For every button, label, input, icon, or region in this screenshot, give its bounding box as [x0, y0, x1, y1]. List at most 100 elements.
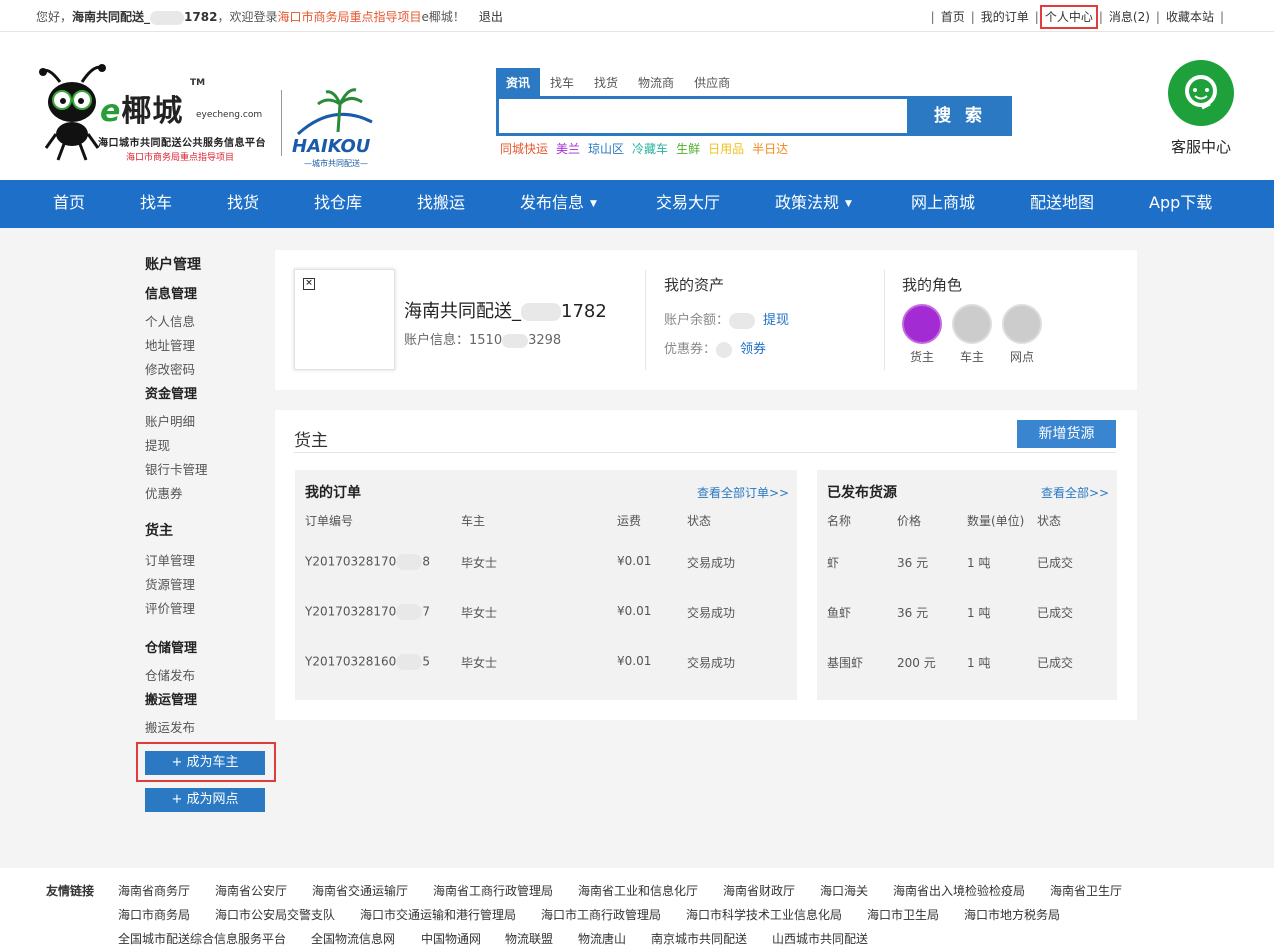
- nav-mall[interactable]: 网上商城: [911, 180, 975, 228]
- sidebar-item-moving-publish[interactable]: 搬运发布: [145, 717, 195, 736]
- sidebar-item-withdraw[interactable]: 提现: [145, 435, 170, 454]
- search-tab-logistics[interactable]: 物流商: [628, 68, 684, 97]
- role-outlet[interactable]: 网点: [1002, 304, 1042, 365]
- sidebar-item-bankcard[interactable]: 银行卡管理: [145, 459, 208, 478]
- friend-link[interactable]: 物流唐山: [578, 930, 626, 947]
- goods-panel: 已发布货源 查看全部>> 名称 价格 数量(单位) 状态 虾 36 元1 吨已成交…: [817, 470, 1117, 700]
- customer-service[interactable]: 客服中心: [1166, 60, 1236, 157]
- friend-link[interactable]: 海口市公安局交警支队: [215, 906, 335, 923]
- nav-find-warehouse[interactable]: 找仓库: [314, 180, 362, 228]
- hot-word[interactable]: 同城快运: [500, 142, 548, 156]
- org-link[interactable]: 海口市商务局重点指导项目: [277, 10, 421, 24]
- sidebar-item-coupon[interactable]: 优惠券: [145, 483, 183, 502]
- nav-policy[interactable]: 政策法规 ▼: [775, 180, 852, 228]
- search-button[interactable]: 搜 索: [908, 96, 1012, 136]
- nav-find-goods[interactable]: 找货: [227, 180, 259, 228]
- nav-trade-hall[interactable]: 交易大厅: [656, 180, 720, 228]
- logo-divider: [281, 90, 282, 156]
- user-name: 海南共同配送_ 1782: [404, 301, 607, 322]
- friend-link[interactable]: 中国物通网: [421, 930, 481, 947]
- hot-word[interactable]: 冷藏车: [632, 142, 668, 156]
- role-shipper[interactable]: 货主: [902, 304, 942, 365]
- hot-word[interactable]: 生鲜: [676, 142, 700, 156]
- order-number[interactable]: Y20170328170 7: [305, 604, 430, 620]
- column-header: 运费: [617, 514, 642, 528]
- personal-center-link[interactable]: 个人中心: [1039, 5, 1098, 29]
- hot-word[interactable]: 美兰: [556, 142, 580, 156]
- customer-service-label: 客服中心: [1170, 138, 1231, 156]
- sidebar-item-password[interactable]: 修改密码: [145, 359, 195, 378]
- sidebar-item-address[interactable]: 地址管理: [145, 335, 195, 354]
- nav-map[interactable]: 配送地图: [1030, 180, 1094, 228]
- search-tab-news[interactable]: 资讯: [496, 68, 541, 97]
- friend-link[interactable]: 海口市卫生局: [867, 906, 939, 923]
- logout-link[interactable]: 退出: [479, 10, 503, 24]
- site-logo[interactable]: e椰城 TM eyecheng.com 海口城市共同配送公共服务信息平台 海口市…: [38, 62, 378, 192]
- sidebar-item-account-detail[interactable]: 账户明细: [145, 411, 195, 430]
- roles-title: 我的角色: [902, 276, 963, 294]
- nav-publish[interactable]: 发布信息 ▼: [520, 180, 597, 228]
- nav-home[interactable]: 首页: [53, 180, 85, 228]
- friend-link[interactable]: 海口海关: [820, 882, 868, 899]
- search-tab-goods[interactable]: 找货: [584, 68, 628, 97]
- friend-link[interactable]: 海南省公安厅: [215, 882, 287, 899]
- hot-word[interactable]: 琼山区: [588, 142, 624, 156]
- assets-title: 我的资产: [664, 276, 725, 294]
- sidebar-item-storage-publish[interactable]: 仓储发布: [145, 665, 195, 684]
- search-tab-supplier[interactable]: 供应商: [684, 68, 740, 97]
- role-car-owner[interactable]: 车主: [952, 304, 992, 365]
- main-area: 账户管理 信息管理 个人信息 地址管理 修改密码 资金管理 账户明细 提现 银行…: [0, 228, 1274, 868]
- get-coupon-link[interactable]: 领券: [740, 342, 766, 357]
- friend-link[interactable]: 南京城市共同配送: [651, 930, 747, 947]
- search-input[interactable]: [499, 99, 907, 133]
- footer: 友情链接 海南省商务厅 海南省公安厅 海南省交通运输厅 海南省工商行政管理局 海南省工业…: [0, 868, 1274, 948]
- friend-link[interactable]: 海口市地方税务局: [964, 906, 1060, 923]
- view-all-goods-link[interactable]: 查看全部>>: [1041, 484, 1109, 501]
- friend-link[interactable]: 海南省商务厅: [118, 882, 190, 899]
- order-number[interactable]: Y20170328160 5: [305, 654, 430, 670]
- friend-link[interactable]: 海南省工商行政管理局: [433, 882, 553, 899]
- friend-link[interactable]: 山西城市共同配送: [772, 930, 868, 947]
- friend-link[interactable]: 全国城市配送综合信息服务平台: [118, 930, 286, 947]
- view-all-orders-link[interactable]: 查看全部订单>>: [697, 484, 789, 501]
- order-status: 交易成功: [687, 556, 736, 570]
- avatar[interactable]: ×: [294, 269, 395, 370]
- friend-link[interactable]: 海口市商务局: [118, 906, 190, 923]
- column-header: 状态: [1037, 514, 1062, 528]
- nav-app[interactable]: App下载: [1149, 180, 1212, 228]
- home-link[interactable]: 首页: [941, 10, 965, 24]
- search-tab-car[interactable]: 找车: [540, 68, 584, 97]
- top-bar: 您好，海南共同配送_ 1782，欢迎登录海口市商务局重点指导项目e椰城！ 退出 | 首…: [0, 0, 1274, 32]
- hot-word[interactable]: 半日达: [752, 142, 788, 156]
- withdraw-link[interactable]: 提现: [763, 313, 789, 328]
- my-orders-link[interactable]: 我的订单: [981, 10, 1029, 24]
- order-number[interactable]: Y20170328170 8: [305, 554, 430, 570]
- add-goods-button[interactable]: 新增货源: [1017, 420, 1116, 448]
- nav-find-car[interactable]: 找车: [140, 180, 172, 228]
- nav-find-moving[interactable]: 找搬运: [417, 180, 465, 228]
- hot-word[interactable]: 日用品: [708, 142, 744, 156]
- friend-link[interactable]: 海口市工商行政管理局: [541, 906, 661, 923]
- become-outlet-button[interactable]: + 成为网点: [145, 788, 265, 812]
- sidebar-item-profile[interactable]: 个人信息: [145, 311, 195, 330]
- bus-icon: [952, 304, 992, 344]
- become-car-owner-button[interactable]: + 成为车主: [145, 751, 265, 775]
- order-fee: ¥0.01: [617, 654, 652, 668]
- sidebar-item-orders[interactable]: 订单管理: [145, 550, 195, 569]
- goods-name: 虾: [827, 556, 840, 570]
- friend-link[interactable]: 海南省卫生厅: [1050, 882, 1122, 899]
- sidebar-title: 账户管理: [145, 257, 201, 273]
- sidebar-item-goods[interactable]: 货源管理: [145, 574, 195, 593]
- friend-link[interactable]: 海南省交通运输厅: [312, 882, 408, 899]
- friend-link[interactable]: 海南省出入境检验检疫局: [893, 882, 1025, 899]
- friend-link[interactable]: 全国物流信息网: [311, 930, 395, 947]
- order-fee: ¥0.01: [617, 554, 652, 568]
- friend-link[interactable]: 海南省工业和信息化厅: [578, 882, 698, 899]
- friend-link[interactable]: 海口市交通运输和港行管理局: [360, 906, 516, 923]
- friend-link[interactable]: 海口市科学技术工业信息化局: [686, 906, 842, 923]
- bookmark-link[interactable]: 收藏本站: [1166, 10, 1214, 24]
- friend-link[interactable]: 海南省财政厅: [723, 882, 795, 899]
- friend-link[interactable]: 物流联盟: [505, 930, 553, 947]
- sidebar-item-reviews[interactable]: 评价管理: [145, 598, 195, 617]
- messages-link[interactable]: 消息(2): [1109, 10, 1150, 24]
